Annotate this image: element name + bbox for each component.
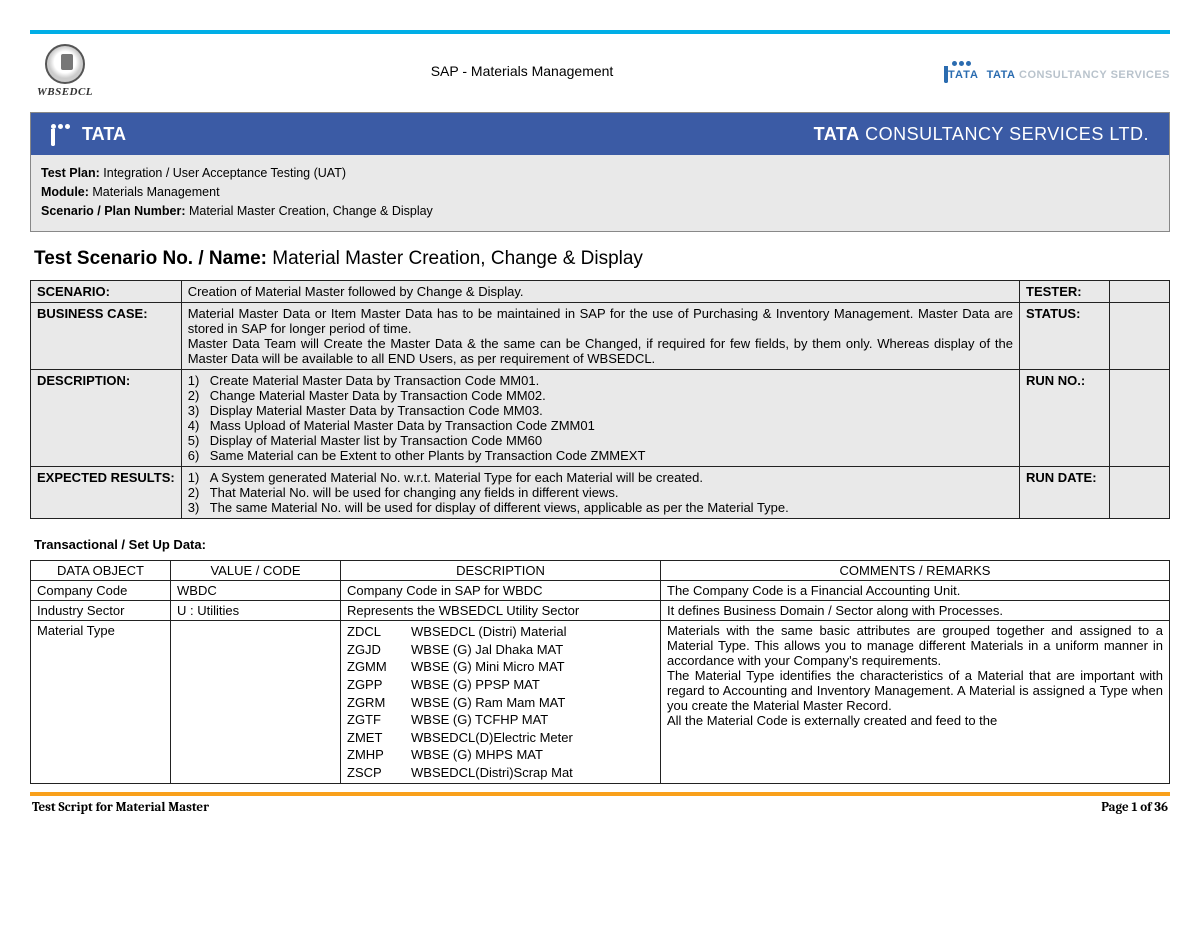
- runno-value: [1110, 370, 1170, 467]
- info-box: TATA TATA CONSULTANCY SERVICES LTD. Test…: [30, 112, 1170, 232]
- table-header: DESCRIPTION: [341, 561, 661, 581]
- footer-left: Test Script for Material Master: [32, 800, 209, 815]
- status-value: [1110, 303, 1170, 370]
- expected-results-value: 1)A System generated Material No. w.r.t.…: [181, 467, 1019, 519]
- setup-data-heading: Transactional / Set Up Data:: [34, 537, 1170, 552]
- title-bar-brand: TATA: [82, 124, 126, 145]
- tester-value: [1110, 281, 1170, 303]
- wbsedcl-logo-text: WBSEDCL: [30, 86, 100, 98]
- tata-logo-white-icon: [51, 124, 70, 144]
- business-case-label: BUSINESS CASE:: [31, 303, 182, 370]
- wbsedcl-logo: WBSEDCL: [30, 44, 100, 98]
- page-footer: Test Script for Material Master Page 1 o…: [30, 800, 1170, 839]
- description-label: DESCRIPTION:: [31, 370, 182, 467]
- tata-logo-icon: TATA: [944, 61, 979, 81]
- table-row: Material TypeZDCLWBSEDCL (Distri) Materi…: [31, 621, 1170, 784]
- setup-data-table: DATA OBJECTVALUE / CODEDESCRIPTIONCOMMEN…: [30, 560, 1170, 784]
- scenario-grid: SCENARIO: Creation of Material Master fo…: [30, 280, 1170, 519]
- description-value: 1)Create Material Master Data by Transac…: [181, 370, 1019, 467]
- rundate-label: RUN DATE:: [1020, 467, 1110, 519]
- table-header: VALUE / CODE: [171, 561, 341, 581]
- table-row: Industry SectorU : UtilitiesRepresents t…: [31, 601, 1170, 621]
- table-row: Company CodeWBDCCompany Code in SAP for …: [31, 581, 1170, 601]
- scenario-title: Test Scenario No. / Name: Material Maste…: [34, 248, 1170, 270]
- title-bar: TATA TATA CONSULTANCY SERVICES LTD.: [31, 113, 1169, 155]
- scenario-label: SCENARIO:: [31, 281, 182, 303]
- status-label: STATUS:: [1020, 303, 1110, 370]
- tcs-wordmark: TATA CONSULTANCY SERVICES: [987, 69, 1170, 81]
- footer-right: Page 1 of 36: [1101, 800, 1168, 815]
- top-rule: [30, 30, 1170, 34]
- header-title: SAP - Materials Management: [100, 63, 944, 79]
- page-header: WBSEDCL SAP - Materials Management TATA …: [30, 40, 1170, 108]
- rundate-value: [1110, 467, 1170, 519]
- table-header: DATA OBJECT: [31, 561, 171, 581]
- test-plan-meta: Test Plan: Integration / User Acceptance…: [31, 155, 1169, 231]
- scenario-value: Creation of Material Master followed by …: [181, 281, 1019, 303]
- tcs-logo: TATA TATA CONSULTANCY SERVICES: [944, 61, 1170, 81]
- expected-results-label: EXPECTED RESULTS:: [31, 467, 182, 519]
- business-case-value: Material Master Data or Item Master Data…: [181, 303, 1019, 370]
- runno-label: RUN NO.:: [1020, 370, 1110, 467]
- table-header: COMMENTS / REMARKS: [661, 561, 1170, 581]
- title-bar-company: TATA CONSULTANCY SERVICES LTD.: [814, 124, 1149, 145]
- tester-label: TESTER:: [1020, 281, 1110, 303]
- bottom-rule: [30, 792, 1170, 796]
